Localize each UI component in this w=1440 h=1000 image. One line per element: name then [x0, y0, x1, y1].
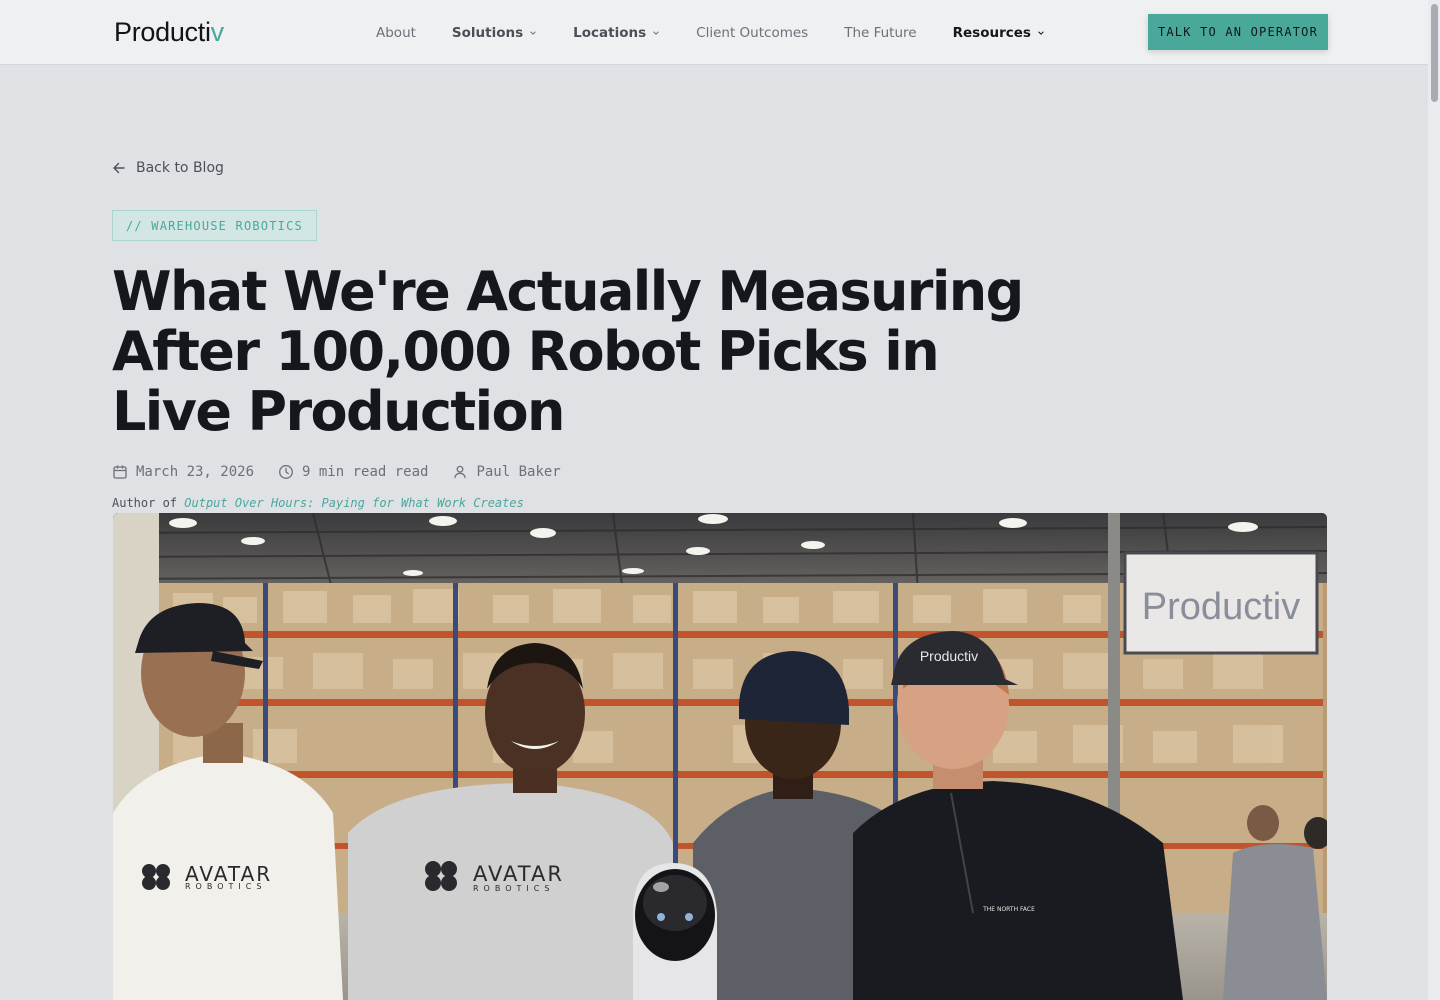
nav-resources[interactable]: Resources: [953, 25, 1045, 41]
chevron-down-icon: [530, 31, 536, 35]
warehouse-team-photo: Productiv AVATAR ROBOTICS AVATAR ROBOTIC…: [113, 513, 1327, 1000]
talk-to-operator-button[interactable]: TALK TO AN OPERATOR: [1148, 14, 1328, 50]
hero-image: Productiv AVATAR ROBOTICS AVATAR ROBOTIC…: [113, 513, 1327, 1000]
page-scrollbar[interactable]: [1428, 0, 1440, 1000]
cap-text: Productiv: [920, 648, 978, 664]
nav-about[interactable]: About: [376, 25, 416, 41]
nav-the-future-label: The Future: [844, 25, 917, 41]
scrollbar-thumb[interactable]: [1431, 4, 1438, 102]
shirt-sub-1: ROBOTICS: [185, 882, 266, 891]
read-time: 9 min read read: [278, 464, 428, 480]
nav-about-label: About: [376, 25, 416, 41]
back-to-blog-label: Back to Blog: [136, 160, 224, 176]
author-book-link[interactable]: Output Over Hours: Paying for What Work …: [184, 496, 524, 510]
article-meta: March 23, 2026 9 min read read Paul Bake…: [112, 464, 585, 480]
shirt-sub-2: ROBOTICS: [473, 884, 554, 893]
article-title: What We're Actually Measuring After 100,…: [112, 260, 1024, 443]
nav-solutions-label: Solutions: [451, 25, 524, 41]
read-time-text: 9 min read read: [302, 464, 429, 480]
hero-sign-text: Productiv: [1142, 586, 1300, 628]
clock-icon: [279, 465, 293, 479]
logo-accent: v: [210, 17, 225, 47]
category-tag[interactable]: // WAREHOUSE ROBOTICS: [112, 210, 317, 241]
author: Paul Baker: [452, 464, 561, 480]
nav-locations-label: Locations: [573, 25, 647, 41]
robot: [633, 863, 717, 1000]
nav-the-future[interactable]: The Future: [844, 25, 916, 41]
publish-date: March 23, 2026: [112, 464, 254, 480]
user-icon: [454, 465, 467, 479]
productiv-logo[interactable]: Productiv: [114, 16, 224, 48]
shirt-brand-2: AVATAR: [473, 862, 564, 886]
arrow-left-icon: [113, 162, 125, 174]
publish-date-text: March 23, 2026: [136, 464, 255, 480]
site-header: Productiv About Solutions Locations Clie…: [0, 0, 1440, 65]
author-of-prefix: Author of: [112, 496, 178, 510]
calendar-icon: [113, 465, 127, 479]
logo-text: Producti: [114, 17, 211, 47]
nav-resources-label: Resources: [952, 25, 1031, 41]
main-nav: About Solutions Locations Client Outcome…: [376, 22, 1081, 44]
author-name: Paul Baker: [476, 464, 561, 480]
nav-client-outcomes-label: Client Outcomes: [696, 25, 809, 41]
back-to-blog-link[interactable]: Back to Blog: [112, 160, 224, 176]
nav-client-outcomes[interactable]: Client Outcomes: [696, 25, 808, 41]
chevron-down-icon: [1038, 31, 1044, 35]
nav-solutions[interactable]: Solutions: [452, 25, 537, 41]
chevron-down-icon: [653, 31, 659, 35]
jacket-brand: THE NORTH FACE: [982, 906, 1035, 913]
author-bio-line: Author of Output Over Hours: Paying for …: [112, 496, 524, 510]
nav-locations[interactable]: Locations: [573, 25, 660, 41]
